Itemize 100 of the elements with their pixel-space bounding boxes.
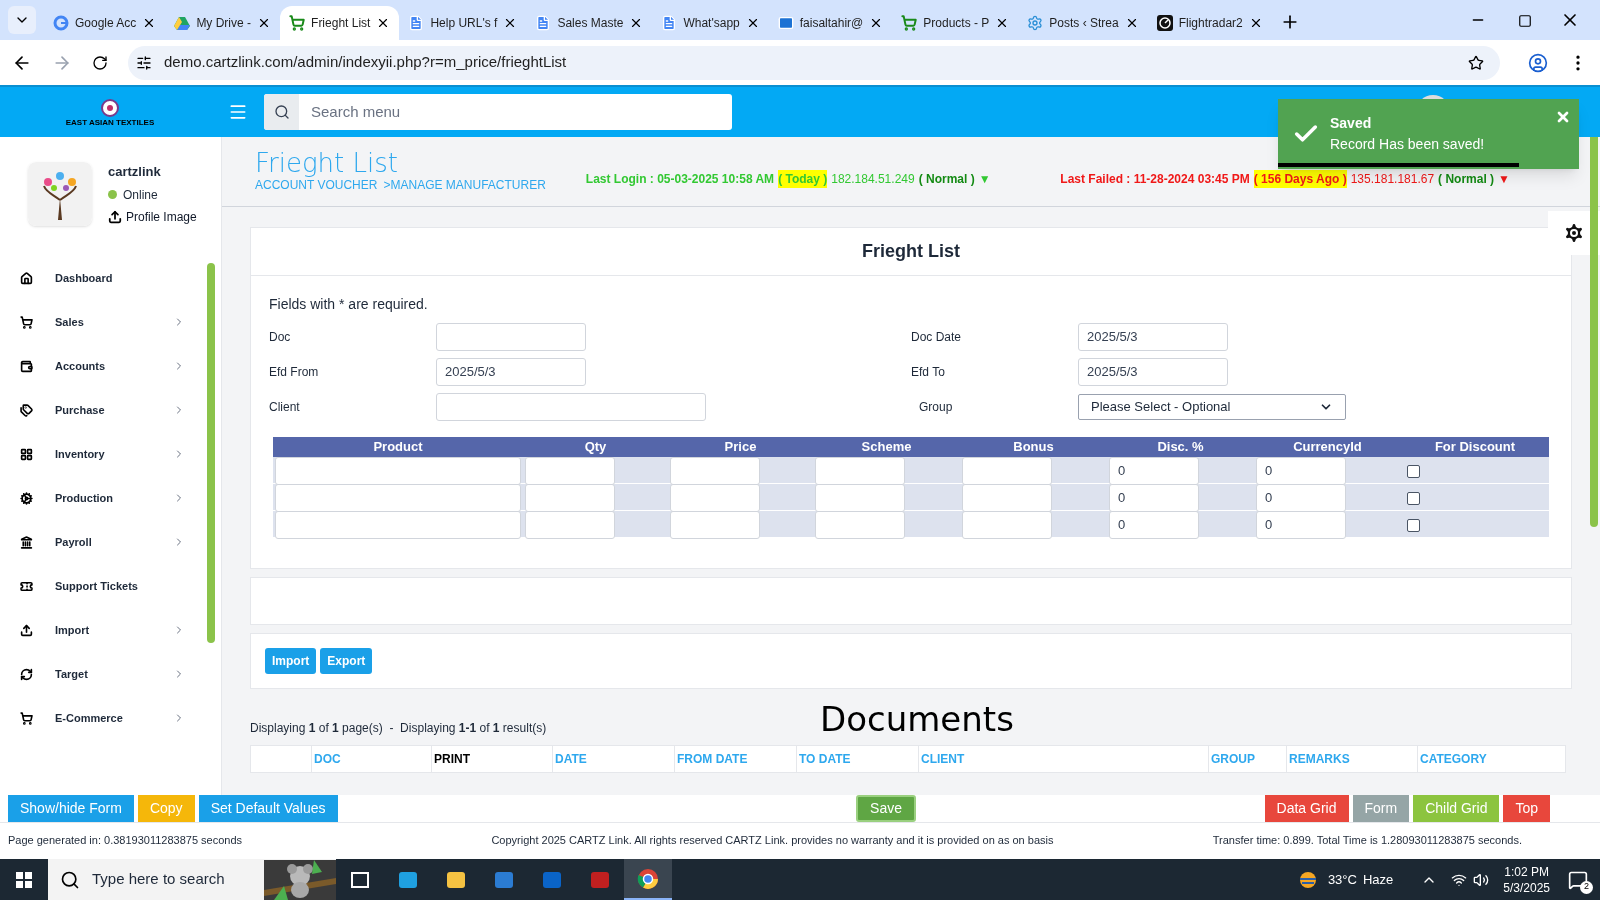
sidebar-item[interactable]: Import xyxy=(0,608,221,652)
sidebar-item[interactable]: Payroll xyxy=(0,520,221,564)
input-field[interactable] xyxy=(670,511,760,539)
scrollbar-thumb[interactable] xyxy=(1590,137,1598,527)
menu-icon[interactable] xyxy=(228,102,248,122)
browser-tab[interactable]: Sales Maste xyxy=(526,6,653,40)
input-field[interactable] xyxy=(275,457,521,485)
column-header: Product xyxy=(372,438,424,457)
browser-tab[interactable]: My Drive - xyxy=(165,6,281,40)
browser-tab[interactable]: Frieght List xyxy=(280,6,400,40)
input-field[interactable] xyxy=(436,323,586,351)
address-bar[interactable]: demo.cartzlink.com/admin/indexyii.php?r=m_price/frieghtList xyxy=(128,45,1500,80)
input-field[interactable] xyxy=(436,393,706,421)
input-field[interactable]: 0 xyxy=(1109,457,1199,485)
input-field[interactable] xyxy=(815,511,905,539)
tab-title: What'sapp xyxy=(683,15,740,32)
sidebar-item[interactable]: Inventory xyxy=(0,432,221,476)
logo-text: EAST ASIAN TEXTILES xyxy=(65,118,155,127)
input-field[interactable] xyxy=(815,457,905,485)
toolbar-button[interactable]: Data Grid xyxy=(1264,795,1349,822)
browser-tab[interactable]: Help URL's f xyxy=(399,6,527,40)
profile-image-link[interactable]: Profile Image xyxy=(126,207,197,226)
clock[interactable]: 1:02 PM 5/3/2025 xyxy=(1503,863,1550,896)
notification-count: 2 xyxy=(1580,880,1593,894)
input-field[interactable] xyxy=(525,457,615,485)
taskbar-app[interactable] xyxy=(624,859,672,900)
menu-item-icon xyxy=(20,535,33,549)
input-field[interactable]: 2025/5/3 xyxy=(1078,358,1228,386)
tab-search-button[interactable] xyxy=(8,6,36,34)
input-field[interactable]: 0 xyxy=(1256,457,1346,485)
scrollbar-thumb[interactable] xyxy=(207,263,215,643)
input-field[interactable] xyxy=(525,511,615,539)
toolbar-button[interactable]: Top xyxy=(1503,795,1550,822)
input-field[interactable]: 0 xyxy=(1109,484,1199,512)
upload-icon xyxy=(108,209,122,224)
sidebar-item[interactable]: Dashboard xyxy=(0,256,221,300)
toast-title: Saved xyxy=(1330,114,1373,133)
field-label: Client xyxy=(269,399,301,416)
input-field[interactable]: 2025/5/3 xyxy=(1078,323,1228,351)
profile-icon[interactable] xyxy=(1528,52,1548,73)
checkbox[interactable] xyxy=(1407,464,1420,478)
reload-icon[interactable] xyxy=(92,54,108,71)
sidebar-item[interactable]: E-Commerce xyxy=(0,696,221,740)
column-header: Bonus xyxy=(1012,438,1055,457)
checkbox[interactable] xyxy=(1407,518,1420,532)
browser-tab[interactable]: Google Acc xyxy=(44,6,166,40)
menu-item-icon xyxy=(20,447,33,461)
input-field[interactable]: 0 xyxy=(1256,484,1346,512)
search-icon xyxy=(273,104,290,120)
input-field[interactable] xyxy=(815,484,905,512)
radar-icon xyxy=(1156,15,1173,31)
input-field[interactable] xyxy=(670,484,760,512)
triangle-logo-icon xyxy=(174,15,191,31)
bookmark-star-icon[interactable] xyxy=(1468,54,1484,71)
input-field[interactable] xyxy=(962,484,1052,512)
input-field[interactable] xyxy=(962,511,1052,539)
windows-logo-icon[interactable] xyxy=(16,871,32,888)
cart-icon xyxy=(289,15,306,31)
tab-title: My Drive - xyxy=(196,15,252,32)
sidebar-item[interactable]: Sales xyxy=(0,300,221,344)
input-field[interactable]: 0 xyxy=(1256,511,1346,539)
footer-text: Transfer time: 0.899. Total Time is 1.28093011283875 seconds. xyxy=(1212,832,1522,848)
sidebar-item[interactable]: Support Tickets xyxy=(0,564,221,608)
tab-title: Flightradar2 xyxy=(1178,15,1243,32)
notifications-icon[interactable] xyxy=(1568,869,1588,890)
group-select[interactable]: Please Select - Optional xyxy=(1078,394,1346,420)
sidebar-item[interactable]: Target xyxy=(0,652,221,696)
envelope-icon xyxy=(777,15,794,31)
input-field[interactable]: 0 xyxy=(1109,511,1199,539)
temperature-text: 33°C xyxy=(1327,870,1357,889)
menu-item-icon xyxy=(20,623,33,637)
browser-tab[interactable]: faisaltahir@ xyxy=(768,6,893,40)
menu-item-icon xyxy=(20,711,33,725)
field-label: Doc xyxy=(269,329,292,346)
input-field[interactable] xyxy=(670,457,760,485)
column-header: Scheme xyxy=(860,438,913,457)
tab-title: Help URL's f xyxy=(430,15,498,32)
input-field[interactable]: 2025/5/3 xyxy=(436,358,586,386)
taskbar-search-field[interactable]: Type here to search xyxy=(48,859,336,900)
browser-tab[interactable]: What'sapp xyxy=(652,6,769,40)
browser-tab[interactable]: Flightradar2 xyxy=(1147,6,1272,40)
sidebar-item[interactable]: Production xyxy=(0,476,221,520)
checkbox[interactable] xyxy=(1407,491,1420,505)
sidebar-item[interactable]: Accounts xyxy=(0,344,221,388)
browser-tab[interactable]: Products - P xyxy=(892,6,1019,40)
input-field[interactable] xyxy=(275,484,521,512)
input-field[interactable] xyxy=(275,511,521,539)
column-header: PRINT xyxy=(431,746,552,772)
input-field[interactable] xyxy=(525,484,615,512)
tab-title: Sales Maste xyxy=(557,15,624,32)
search-field[interactable]: Search menu xyxy=(264,94,732,130)
profile-picture-icon xyxy=(28,162,92,226)
menu-item-icon xyxy=(20,403,33,417)
input-field[interactable] xyxy=(962,457,1052,485)
sidebar-item[interactable]: Purchase xyxy=(0,388,221,432)
field-label: Efd From xyxy=(269,364,320,381)
site-info-icon[interactable] xyxy=(136,54,152,71)
restore-icon[interactable] xyxy=(1518,14,1532,28)
browser-tab[interactable]: Posts ‹ Strea xyxy=(1018,6,1148,40)
volume-icon[interactable] xyxy=(1473,871,1490,888)
